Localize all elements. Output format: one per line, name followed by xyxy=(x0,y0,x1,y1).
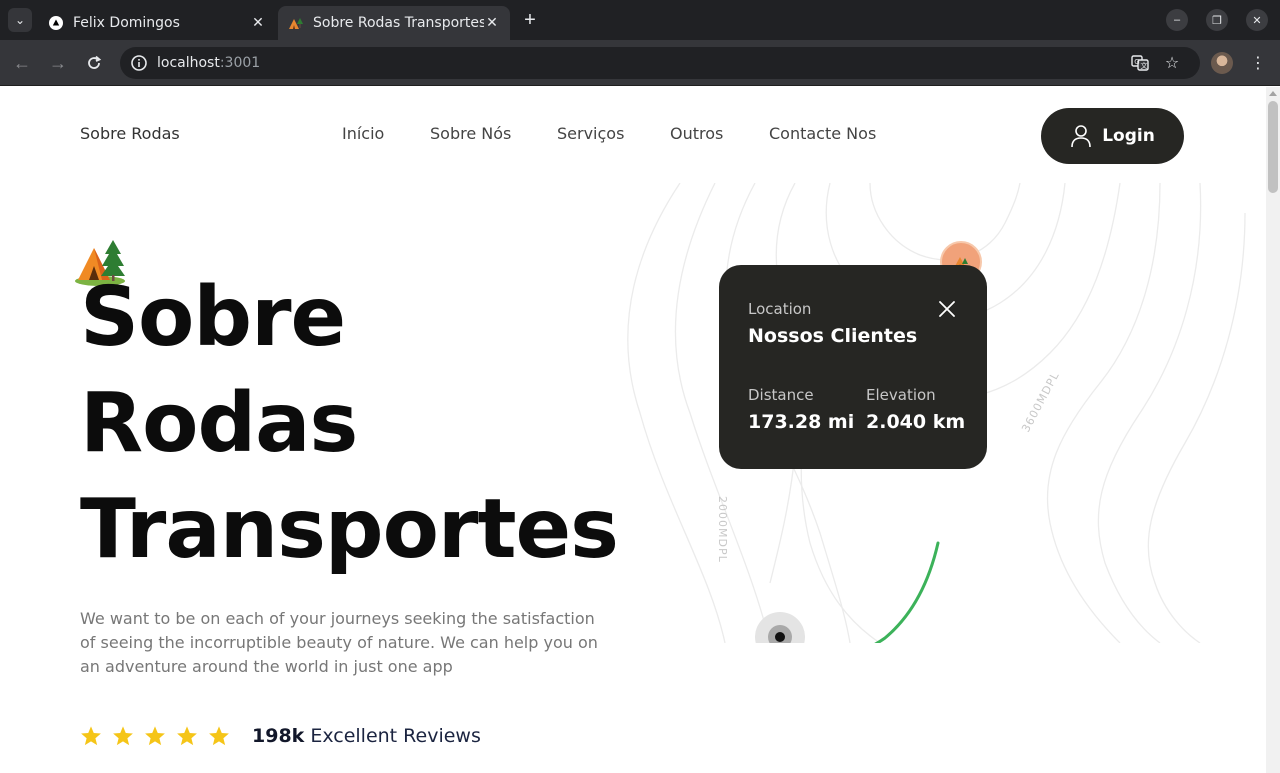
svg-text:文: 文 xyxy=(1141,61,1148,70)
elevation-value: 2.040 km xyxy=(866,411,966,433)
nav-link-inicio[interactable]: Início xyxy=(342,124,384,143)
nav-link-servicos[interactable]: Serviços xyxy=(557,124,624,143)
page-scrollbar[interactable] xyxy=(1266,87,1280,773)
tab-search-button[interactable]: ⌄ xyxy=(8,8,32,32)
webpage: Sobre Rodas Início Sobre Nós Serviços Ou… xyxy=(0,87,1266,773)
minimize-window-button[interactable]: – xyxy=(1166,9,1188,31)
browser-tab-bar: ⌄ Felix Domingos ✕ Sobre Rodas Transport… xyxy=(0,0,1280,40)
new-tab-button[interactable]: + xyxy=(518,8,542,32)
user-icon xyxy=(1071,125,1091,148)
close-tab-icon[interactable]: ✕ xyxy=(484,15,500,31)
restore-window-button[interactable]: ❐ xyxy=(1206,9,1228,31)
contour-label: 3600MDPL xyxy=(1019,369,1062,434)
elevation-label: Elevation xyxy=(866,386,936,404)
route-line xyxy=(778,541,940,643)
tab-title: Sobre Rodas Transportes xyxy=(313,15,484,31)
profile-avatar[interactable] xyxy=(1211,52,1233,74)
hero-title-line: Sobre xyxy=(80,270,346,365)
vercel-favicon-icon xyxy=(48,15,64,31)
hero-title: Sobre Rodas Transportes xyxy=(80,265,619,583)
browser-menu-icon[interactable]: ⋮ xyxy=(1247,52,1269,74)
scrollbar-thumb[interactable] xyxy=(1268,101,1278,193)
reviews-label: Excellent Reviews xyxy=(310,725,481,747)
star-icon xyxy=(81,726,101,746)
svg-text:G: G xyxy=(1134,58,1139,66)
hero-description: We want to be on each of your journeys s… xyxy=(80,609,598,676)
location-card: Location Nossos Clientes Distance 173.28… xyxy=(719,265,987,469)
nav-link-contacte-nos[interactable]: Contacte Nos xyxy=(769,124,876,143)
star-icon xyxy=(145,726,165,746)
tab-sobre-rodas[interactable]: Sobre Rodas Transportes ✕ xyxy=(278,6,510,40)
bookmark-star-icon[interactable]: ☆ xyxy=(1161,52,1183,74)
close-icon[interactable] xyxy=(939,301,955,317)
contour-label: 2000MDPL xyxy=(716,496,729,563)
rating-stars xyxy=(80,725,230,747)
hero-title-line: Transportes xyxy=(80,482,619,577)
camping-favicon-icon xyxy=(288,15,304,31)
login-button[interactable]: Login xyxy=(1041,108,1184,164)
tab-title: Felix Domingos xyxy=(73,15,180,31)
distance-value: 173.28 mi xyxy=(748,411,855,433)
tab-felix-domingos[interactable]: Felix Domingos ✕ xyxy=(38,6,276,40)
login-label: Login xyxy=(1102,126,1155,146)
browser-toolbar: ← → localhost:3001 G文 ☆ ⋮ xyxy=(0,40,1280,86)
nav-link-outros[interactable]: Outros xyxy=(670,124,723,143)
location-name: Nossos Clientes xyxy=(748,325,918,347)
hero-title-line: Rodas xyxy=(80,376,358,471)
close-window-button[interactable]: ✕ xyxy=(1246,9,1268,31)
nav-link-sobre-nos[interactable]: Sobre Nós xyxy=(430,124,511,143)
translate-icon[interactable]: G文 xyxy=(1129,52,1151,74)
reviews-count: 198k xyxy=(252,725,305,747)
star-icon xyxy=(209,726,229,746)
forward-arrow-icon[interactable]: → xyxy=(46,51,70,75)
star-icon xyxy=(113,726,133,746)
distance-label: Distance xyxy=(748,386,814,404)
close-tab-icon[interactable]: ✕ xyxy=(250,15,266,31)
site-info-icon[interactable] xyxy=(130,54,148,72)
reload-icon[interactable] xyxy=(82,51,106,75)
url-text: localhost:3001 xyxy=(157,55,261,71)
site-brand[interactable]: Sobre Rodas xyxy=(80,124,180,143)
back-arrow-icon[interactable]: ← xyxy=(10,51,34,75)
address-bar[interactable]: localhost:3001 xyxy=(120,47,1200,79)
star-icon xyxy=(177,726,197,746)
reviews-summary: 198k Excellent Reviews xyxy=(252,725,481,747)
location-label: Location xyxy=(748,300,812,318)
scroll-up-arrow-icon[interactable] xyxy=(1269,91,1277,96)
